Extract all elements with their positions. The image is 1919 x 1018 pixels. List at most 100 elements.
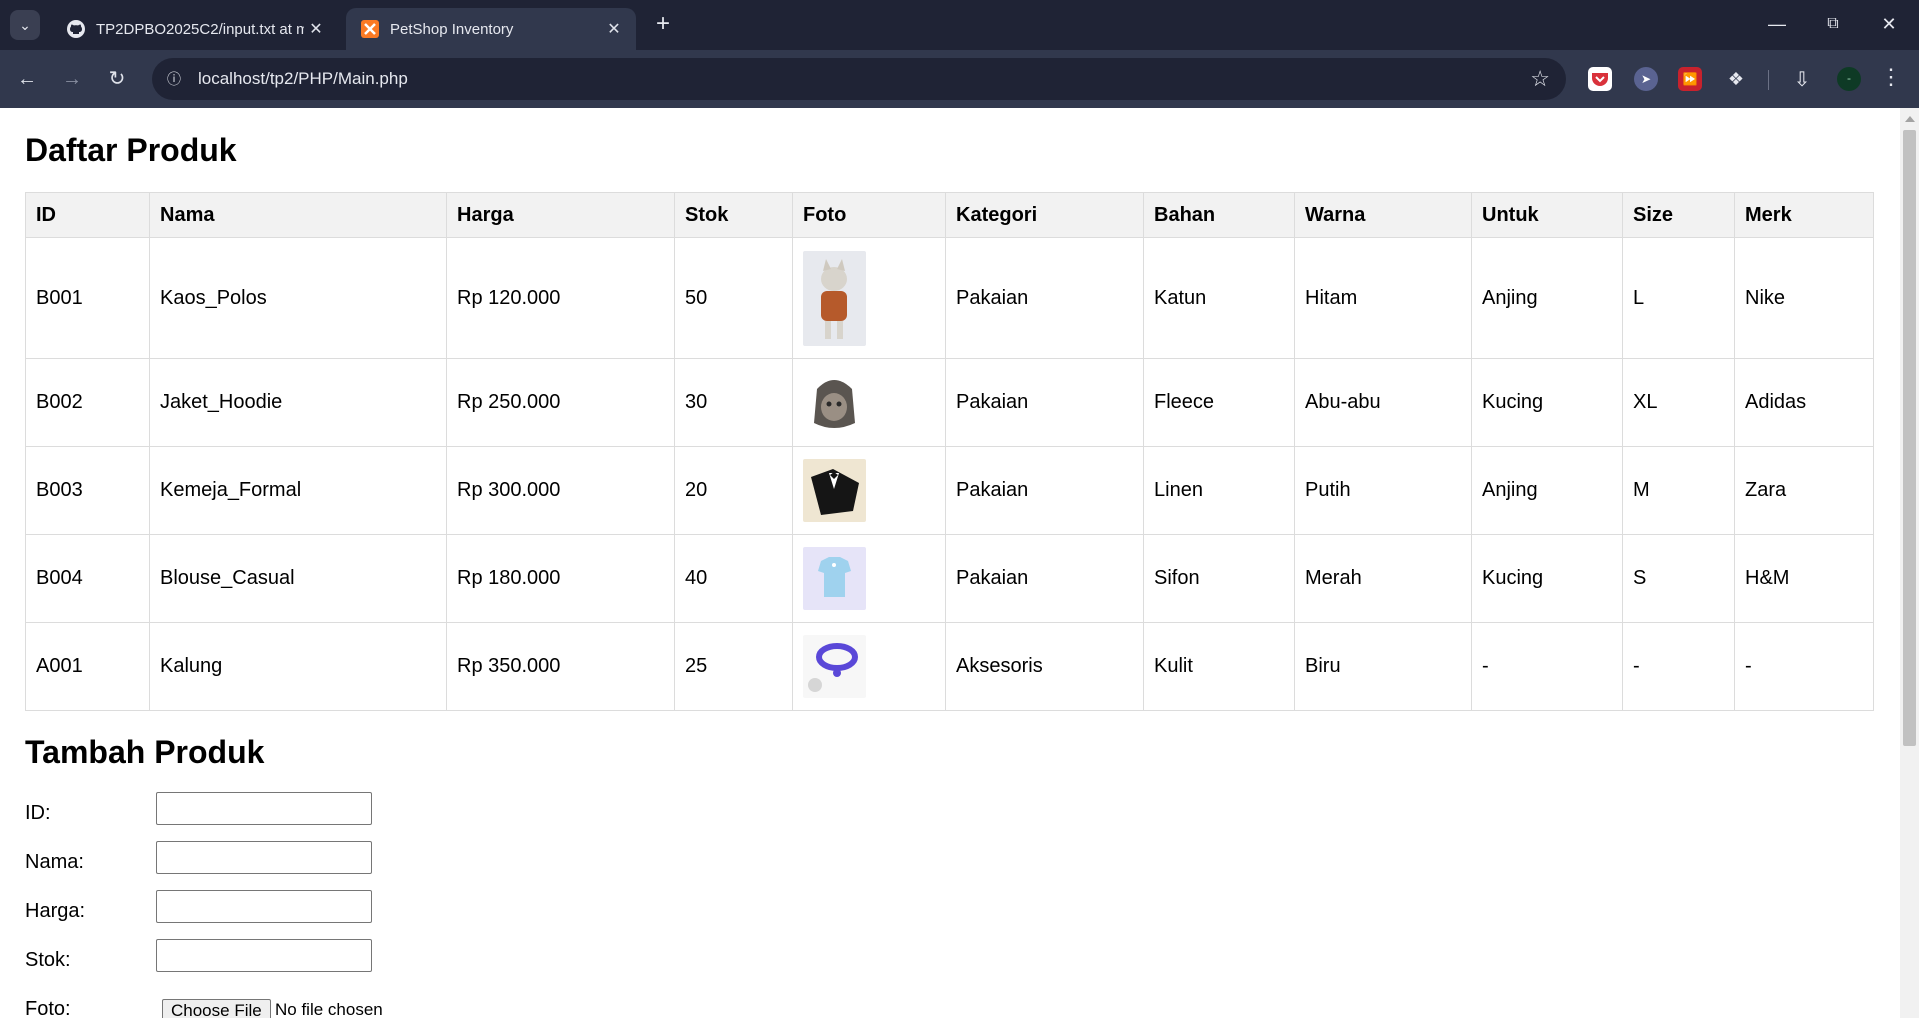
forward-arrow-icon[interactable]: → <box>57 64 87 94</box>
tab-petshop[interactable]: PetShop Inventory ✕ <box>346 8 636 50</box>
cursor-extension-icon[interactable]: ➤ <box>1634 67 1658 91</box>
column-header: Harga <box>446 192 675 238</box>
reload-icon[interactable]: ↻ <box>102 64 132 94</box>
cell-id: B002 <box>25 358 150 447</box>
file-status-text: No file chosen <box>275 1000 383 1018</box>
address-bar[interactable]: ⓘ localhost/tp2/PHP/Main.php ☆ <box>152 58 1566 100</box>
cell-bahan: Linen <box>1143 446 1295 535</box>
close-window-icon[interactable]: ✕ <box>1874 12 1904 38</box>
profile-avatar[interactable]: - <box>1837 67 1861 91</box>
cell-untuk: Anjing <box>1471 446 1623 535</box>
cell-size: L <box>1622 237 1735 359</box>
column-header: Untuk <box>1471 192 1623 238</box>
media-extension-icon[interactable]: ⏩ <box>1678 67 1702 91</box>
column-header: Bahan <box>1143 192 1295 238</box>
nama-input[interactable] <box>156 841 372 874</box>
cell-untuk: Anjing <box>1471 237 1623 359</box>
cell-stok: 20 <box>674 446 793 535</box>
cell-warna: Biru <box>1294 622 1472 711</box>
form-row-foto: Foto: Choose File No file chosen <box>25 998 425 1018</box>
xampp-icon <box>360 19 380 39</box>
cell-merk: Zara <box>1734 446 1874 535</box>
cell-foto <box>792 534 946 623</box>
cell-foto <box>792 358 946 447</box>
id-input[interactable] <box>156 792 372 825</box>
stok-input[interactable] <box>156 939 372 972</box>
cell-harga: Rp 350.000 <box>446 622 675 711</box>
site-info-icon[interactable]: ⓘ <box>162 67 186 91</box>
product-list-title: Daftar Produk <box>25 132 237 168</box>
id-label: ID: <box>25 802 51 824</box>
cell-size: XL <box>1622 358 1735 447</box>
page-scrollbar[interactable] <box>1900 108 1919 1018</box>
cell-nama: Kalung <box>149 622 447 711</box>
table-row: A001 Kalung Rp 350.000 25 Aksesoris Kuli… <box>25 622 1874 711</box>
table-row: B003 Kemeja_Formal Rp 300.000 20 Pakaian… <box>25 446 1874 535</box>
cell-bahan: Sifon <box>1143 534 1295 623</box>
page-content: Daftar Produk ID Nama Harga Stok Foto Ka… <box>0 108 1900 1018</box>
cell-kategori: Pakaian <box>945 237 1144 359</box>
cell-kategori: Pakaian <box>945 446 1144 535</box>
cell-bahan: Fleece <box>1143 358 1295 447</box>
scroll-up-arrow-icon[interactable] <box>1905 116 1915 122</box>
cell-untuk: Kucing <box>1471 534 1623 623</box>
cell-nama: Kemeja_Formal <box>149 446 447 535</box>
cell-warna: Merah <box>1294 534 1472 623</box>
cell-untuk: Kucing <box>1471 358 1623 447</box>
harga-input[interactable] <box>156 890 372 923</box>
cell-bahan: Katun <box>1143 237 1295 359</box>
tab-title: TP2DPBO2025C2/input.txt at m <box>96 20 304 38</box>
tab-search-chevron-icon[interactable]: ⌄ <box>10 10 40 40</box>
github-icon <box>66 19 86 39</box>
cell-kategori: Pakaian <box>945 358 1144 447</box>
back-arrow-icon[interactable]: ← <box>12 64 42 94</box>
foto-label: Foto: <box>25 998 71 1018</box>
bookmark-star-icon[interactable]: ☆ <box>1530 66 1550 92</box>
cell-bahan: Kulit <box>1143 622 1295 711</box>
cell-harga: Rp 120.000 <box>446 237 675 359</box>
url-text[interactable]: localhost/tp2/PHP/Main.php <box>198 69 408 89</box>
tab-github[interactable]: TP2DPBO2025C2/input.txt at m ✕ <box>52 8 338 50</box>
cell-id: B001 <box>25 237 150 359</box>
cell-stok: 30 <box>674 358 793 447</box>
close-tab-icon[interactable]: ✕ <box>304 19 328 39</box>
more-menu-icon[interactable]: ⋮ <box>1880 64 1902 90</box>
cell-size: M <box>1622 446 1735 535</box>
column-header: Foto <box>792 192 946 238</box>
cell-warna: Putih <box>1294 446 1472 535</box>
product-photo-tuxedo <box>803 459 866 522</box>
extensions-puzzle-icon[interactable]: ❖ <box>1724 67 1748 91</box>
download-icon[interactable]: ⇩ <box>1790 67 1814 91</box>
add-product-title: Tambah Produk <box>25 734 265 770</box>
product-table: ID Nama Harga Stok Foto Kategori Bahan W… <box>25 192 1874 711</box>
scrollbar-thumb[interactable] <box>1903 130 1916 746</box>
cell-foto <box>792 622 946 711</box>
cell-stok: 40 <box>674 534 793 623</box>
cell-harga: Rp 300.000 <box>446 446 675 535</box>
product-photo-blouse <box>803 547 866 610</box>
column-header: Size <box>1622 192 1735 238</box>
table-row: B002 Jaket_Hoodie Rp 250.000 30 Pakaian … <box>25 358 1874 447</box>
nama-label: Nama: <box>25 851 84 873</box>
cell-merk: - <box>1734 622 1874 711</box>
cell-merk: Adidas <box>1734 358 1874 447</box>
cell-nama: Kaos_Polos <box>149 237 447 359</box>
cell-untuk: - <box>1471 622 1623 711</box>
product-photo-cat-shirt <box>803 250 866 346</box>
cell-size: - <box>1622 622 1735 711</box>
product-photo-cat-hoodie <box>803 371 866 434</box>
minimize-icon[interactable]: — <box>1762 12 1792 38</box>
table-row: B001 Kaos_Polos Rp 120.000 50 Pakaian Ka… <box>25 237 1874 359</box>
cell-merk: H&M <box>1734 534 1874 623</box>
restore-icon[interactable]: ⧉ <box>1818 12 1848 38</box>
column-header: ID <box>25 192 150 238</box>
harga-label: Harga: <box>25 900 86 922</box>
column-header: Kategori <box>945 192 1144 238</box>
pocket-extension-icon[interactable] <box>1588 67 1612 91</box>
cell-foto <box>792 237 946 359</box>
choose-file-button[interactable]: Choose File <box>162 999 271 1018</box>
close-tab-icon[interactable]: ✕ <box>602 19 626 39</box>
new-tab-plus-icon[interactable]: + <box>650 12 676 38</box>
cell-nama: Blouse_Casual <box>149 534 447 623</box>
column-header: Warna <box>1294 192 1472 238</box>
